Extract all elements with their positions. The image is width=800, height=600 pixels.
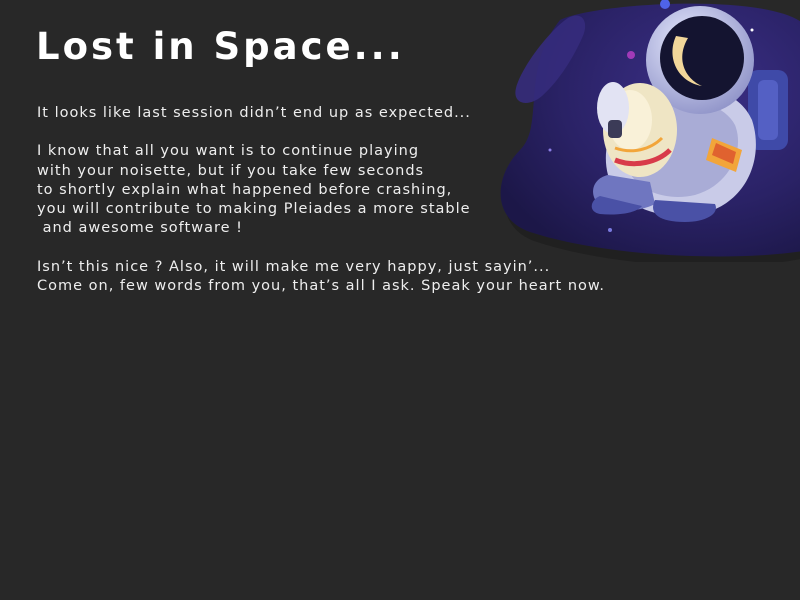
page-title: Lost in Space... [36, 25, 405, 68]
crash-message: It looks like last session didn’t end up… [37, 104, 637, 296]
message-line: Isn’t this nice ? Also, it will make me … [37, 258, 551, 275]
star-icon [627, 51, 635, 59]
crash-report-page: Lost in Space... It looks like last sess… [0, 0, 800, 600]
message-line: to shortly explain what happened before … [37, 181, 453, 198]
helmet-visor [660, 16, 744, 100]
message-line: and awesome software ! [37, 220, 243, 237]
message-line: I know that all you want is to continue … [37, 143, 420, 160]
message-line: Come on, few words from you, that’s all … [37, 277, 606, 294]
star-icon [750, 28, 754, 32]
intro-text: It looks like last session didn’t end up… [37, 105, 471, 121]
message-line: with your noisette, but if you take few … [37, 162, 425, 179]
message-line: you will contribute to making Pleiades a… [37, 200, 471, 217]
